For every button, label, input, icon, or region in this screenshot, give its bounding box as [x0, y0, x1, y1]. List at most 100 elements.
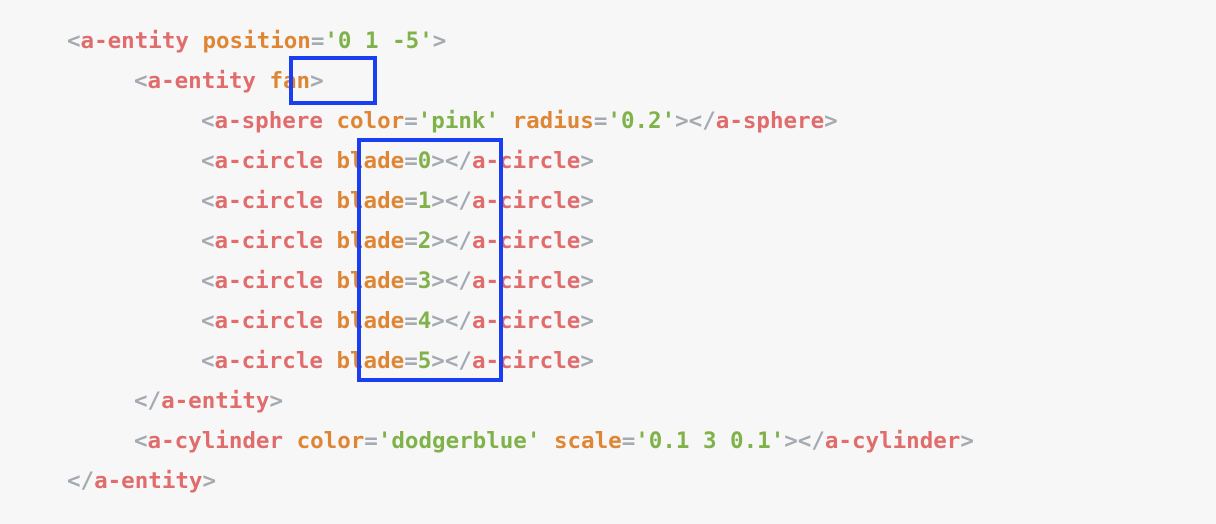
- code-token-tag: a-sphere: [214, 108, 323, 134]
- code-token-tag: a-circle: [214, 148, 323, 174]
- code-token-punct: <: [201, 308, 215, 334]
- code-token-attr: blade: [336, 268, 405, 294]
- code-token-punct: <: [134, 68, 148, 94]
- code-token-tag: a-entity: [147, 68, 256, 94]
- code-token-punct: </: [134, 388, 162, 414]
- code-line: <a-entity fan>: [134, 61, 324, 101]
- code-token-punct: =: [621, 428, 636, 454]
- code-token-attr: blade: [336, 308, 405, 334]
- code-token-punct: [323, 268, 337, 294]
- code-line: <a-entity position='0 1 -5'>: [67, 21, 446, 61]
- code-token-punct: >: [824, 108, 838, 134]
- code-token-punct: >: [580, 308, 594, 334]
- code-token-punct: </: [67, 468, 95, 494]
- code-token-punct: ></: [784, 428, 825, 454]
- code-token-attr: blade: [336, 188, 405, 214]
- code-token-val: 5: [417, 348, 432, 374]
- code-token-punct: =: [310, 28, 325, 54]
- code-token-attr: radius: [512, 108, 594, 134]
- code-token-val: 'dodgerblue': [377, 428, 541, 454]
- code-token-punct: <: [201, 148, 215, 174]
- code-token-attr: color: [296, 428, 365, 454]
- code-token-punct: >: [960, 428, 974, 454]
- code-token-attr: fan: [269, 68, 311, 94]
- code-line: </a-entity>: [134, 381, 283, 421]
- code-token-punct: >: [580, 188, 594, 214]
- code-token-tag: a-cylinder: [824, 428, 961, 454]
- code-token-tag: a-circle: [471, 188, 581, 214]
- code-token-punct: [323, 228, 337, 254]
- code-token-punct: =: [404, 188, 418, 214]
- code-token-punct: ></: [431, 268, 472, 294]
- code-token-val: 3: [417, 268, 432, 294]
- code-token-punct: [323, 188, 337, 214]
- code-token-val: '0.1 3 0.1': [635, 428, 785, 454]
- code-token-tag: a-circle: [471, 268, 581, 294]
- code-token-punct: >: [580, 228, 594, 254]
- code-token-punct: [323, 348, 337, 374]
- code-token-punct: <: [201, 268, 215, 294]
- code-block: <a-entity position='0 1 -5'> <a-entity f…: [0, 0, 1216, 524]
- code-token-punct: [540, 428, 554, 454]
- code-token-val: 'pink': [417, 108, 500, 134]
- code-token-attr: position: [202, 28, 311, 54]
- code-token-attr: blade: [336, 228, 405, 254]
- code-token-punct: =: [404, 228, 418, 254]
- code-line: <a-circle blade=3></a-circle>: [201, 261, 594, 301]
- code-token-punct: [323, 148, 337, 174]
- code-token-punct: =: [593, 108, 608, 134]
- code-token-punct: [323, 308, 337, 334]
- code-line: <a-circle blade=4></a-circle>: [201, 301, 594, 341]
- code-token-tag: a-circle: [214, 348, 323, 374]
- code-token-punct: ></: [431, 228, 472, 254]
- code-token-val: 0: [417, 148, 432, 174]
- code-token-punct: >: [580, 268, 594, 294]
- code-token-punct: <: [134, 428, 148, 454]
- code-token-punct: ></: [675, 108, 716, 134]
- code-line: <a-circle blade=0></a-circle>: [201, 141, 594, 181]
- code-token-tag: a-sphere: [715, 108, 825, 134]
- code-token-tag: a-circle: [214, 228, 323, 254]
- code-line: <a-cylinder color='dodgerblue' scale='0.…: [134, 421, 974, 461]
- code-token-punct: ></: [431, 348, 472, 374]
- code-token-punct: >: [580, 148, 594, 174]
- code-token-attr: blade: [336, 348, 405, 374]
- code-token-punct: [323, 108, 337, 134]
- code-line: <a-circle blade=2></a-circle>: [201, 221, 594, 261]
- code-token-punct: ></: [431, 188, 472, 214]
- code-token-punct: <: [201, 228, 215, 254]
- code-token-punct: =: [364, 428, 378, 454]
- code-token-punct: =: [404, 108, 418, 134]
- code-line: <a-sphere color='pink' radius='0.2'></a-…: [201, 101, 838, 141]
- code-token-punct: =: [404, 148, 418, 174]
- code-token-tag: a-entity: [80, 28, 189, 54]
- code-token-punct: [499, 108, 513, 134]
- code-token-punct: =: [404, 268, 418, 294]
- code-line: <a-circle blade=1></a-circle>: [201, 181, 594, 221]
- code-token-punct: ></: [431, 308, 472, 334]
- code-token-val: 1: [417, 188, 432, 214]
- code-token-tag: a-circle: [471, 148, 581, 174]
- code-token-punct: <: [201, 188, 215, 214]
- code-token-val: '0 1 -5': [324, 28, 433, 54]
- code-line: <a-circle blade=5></a-circle>: [201, 341, 594, 381]
- code-line: </a-entity>: [67, 461, 216, 501]
- code-token-punct: =: [404, 348, 418, 374]
- code-token-punct: >: [432, 28, 447, 54]
- code-token-tag: a-entity: [161, 388, 270, 414]
- code-token-tag: a-circle: [214, 268, 323, 294]
- code-token-punct: [189, 28, 203, 54]
- code-token-punct: >: [580, 348, 594, 374]
- code-token-punct: >: [269, 388, 284, 414]
- code-token-attr: blade: [336, 148, 405, 174]
- code-token-punct: <: [201, 348, 215, 374]
- code-token-punct: [283, 428, 297, 454]
- code-token-punct: >: [202, 468, 217, 494]
- code-token-tag: a-circle: [471, 308, 581, 334]
- code-token-tag: a-circle: [214, 308, 323, 334]
- code-token-punct: ></: [431, 148, 472, 174]
- code-token-tag: a-circle: [214, 188, 323, 214]
- code-token-attr: color: [336, 108, 405, 134]
- code-token-punct: >: [310, 68, 324, 94]
- code-token-attr: scale: [553, 428, 622, 454]
